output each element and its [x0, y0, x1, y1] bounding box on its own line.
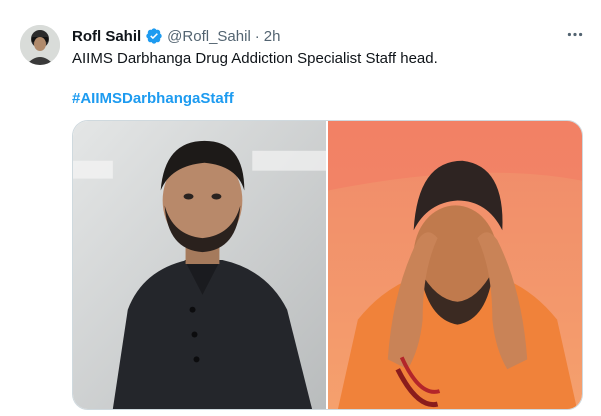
hashtag-link[interactable]: #AIIMSDarbhangaStaff	[72, 89, 234, 109]
avatar[interactable]	[20, 25, 60, 65]
avatar-image	[20, 25, 60, 65]
tweet-media[interactable]	[72, 120, 583, 410]
man-in-suit-image	[73, 121, 326, 409]
tweet[interactable]: Rofl Sahil @Rofl_Sahil · 2h AIIMS Darbha…	[0, 0, 601, 416]
author-handle[interactable]: @Rofl_Sahil	[167, 28, 251, 45]
photo-right[interactable]	[328, 121, 582, 409]
timestamp[interactable]: 2h	[264, 28, 281, 45]
man-holding-head-image	[328, 121, 582, 409]
verified-badge-icon	[145, 27, 163, 45]
separator-dot: ·	[254, 27, 260, 45]
tweet-header: Rofl Sahil @Rofl_Sahil · 2h	[72, 26, 280, 46]
author-name[interactable]: Rofl Sahil	[72, 28, 141, 45]
more-options-icon[interactable]	[562, 24, 588, 44]
tweet-text: AIIMS Darbhanga Drug Addiction Specialis…	[72, 50, 438, 67]
photo-left[interactable]	[73, 121, 326, 409]
